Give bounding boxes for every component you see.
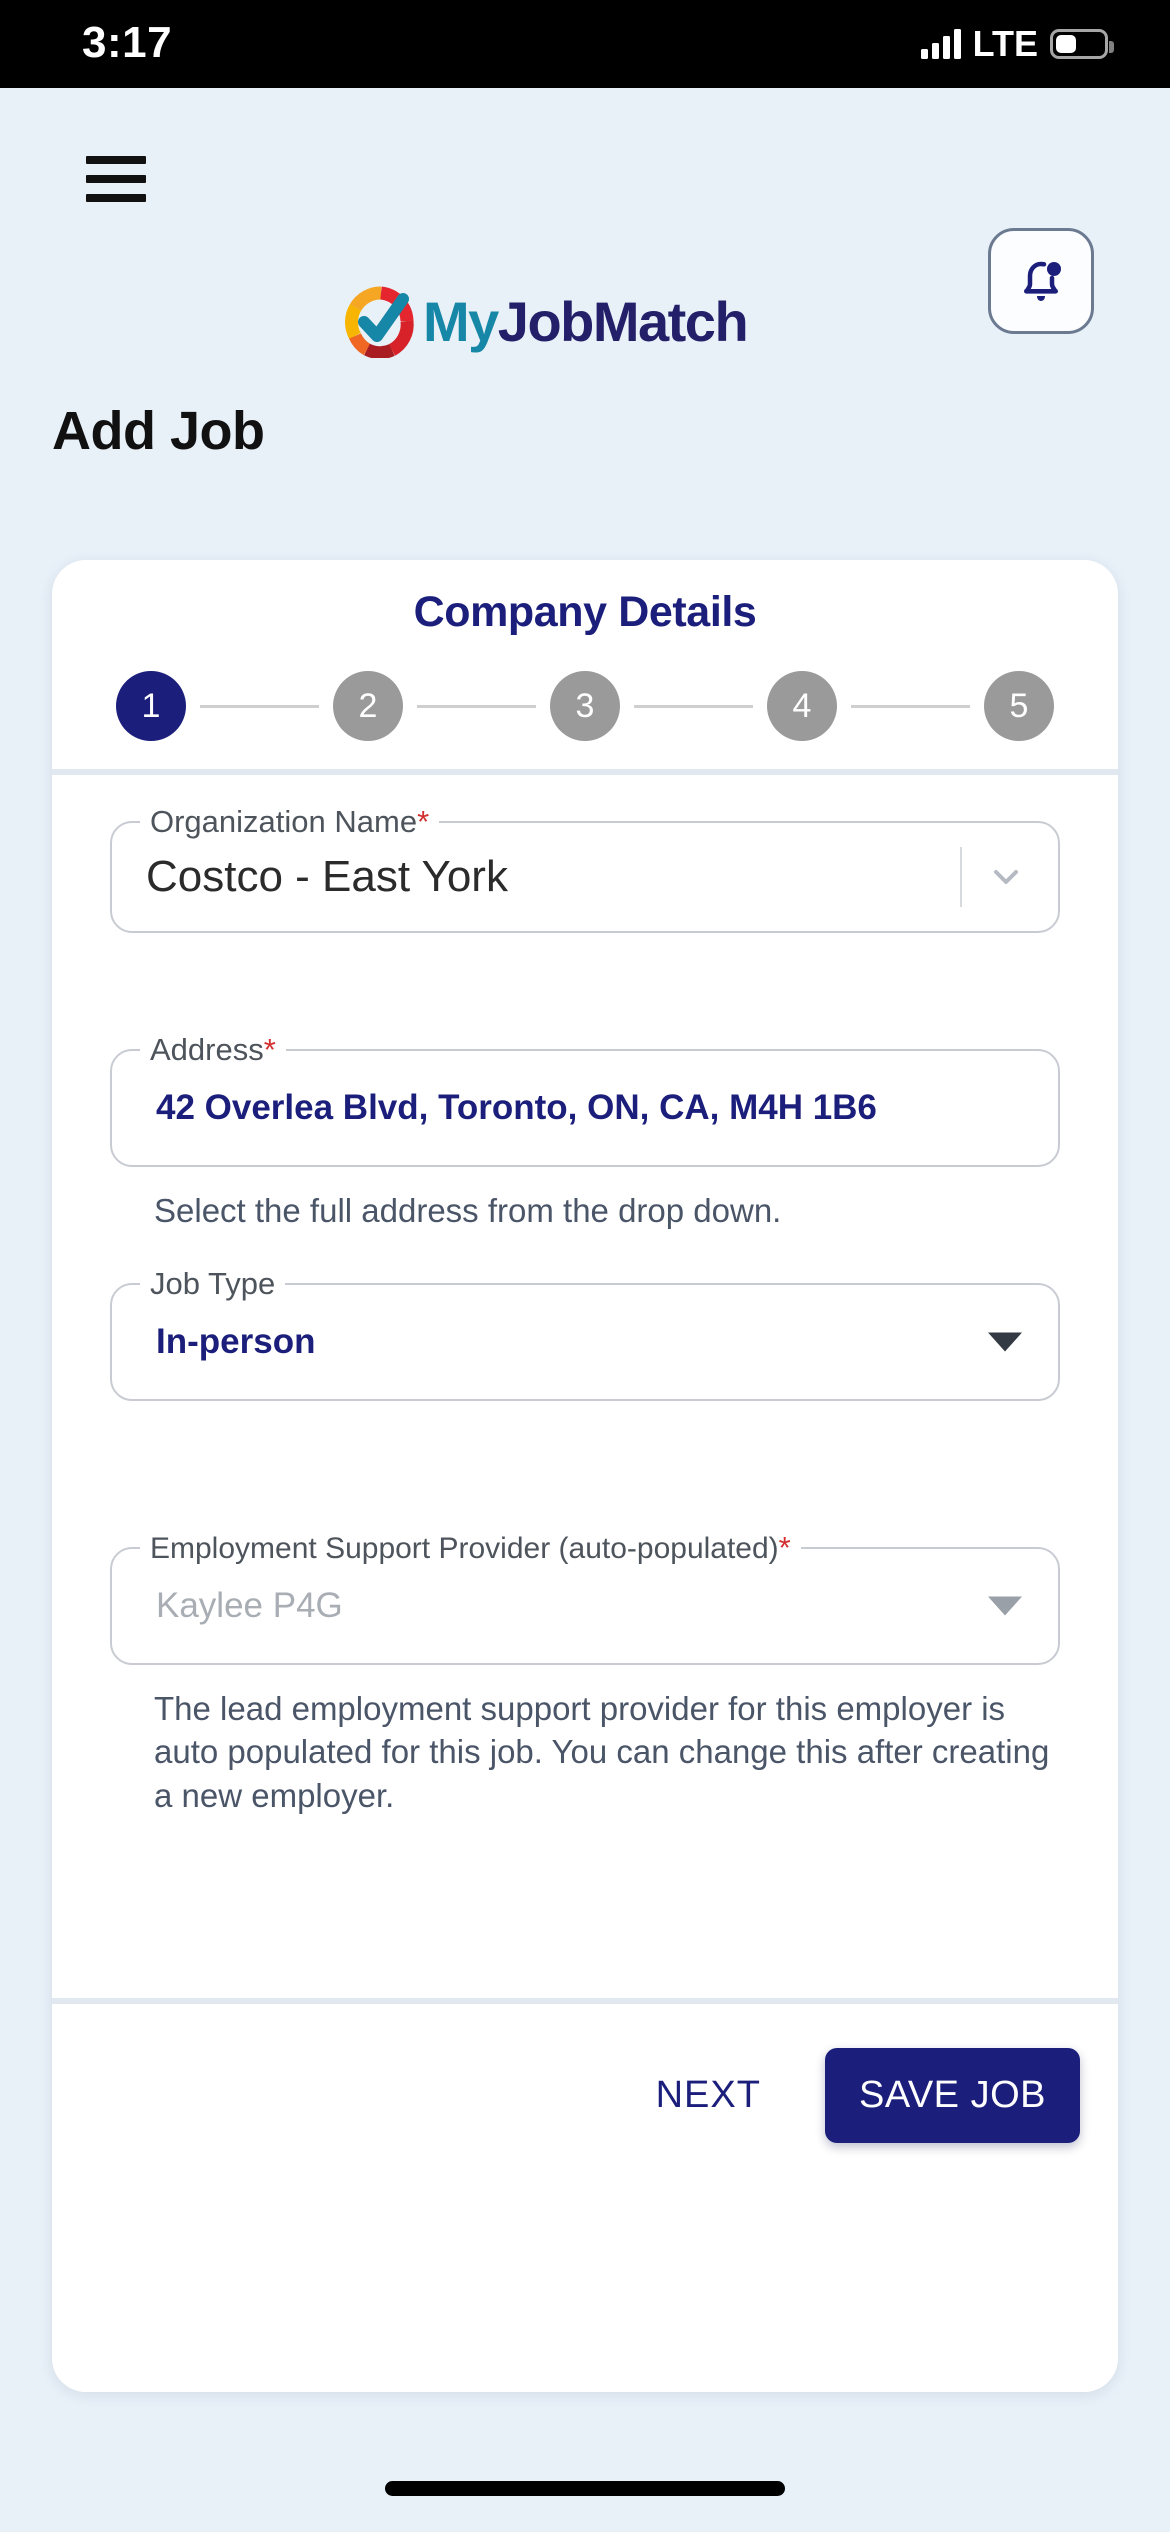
stepper-connector	[417, 704, 536, 708]
notifications-button[interactable]	[988, 228, 1094, 334]
required-asterisk: *	[263, 1032, 276, 1067]
form-body: Organization Name* Costco - East York Ad…	[52, 775, 1118, 2155]
hamburger-menu-icon[interactable]	[86, 156, 146, 202]
app-logo[interactable]: MyJobMatch	[345, 286, 749, 360]
address-label-text: Address	[150, 1032, 264, 1067]
stepper-step-2[interactable]: 2	[333, 671, 403, 741]
job-type-label: Job Type	[140, 1265, 286, 1302]
job-type-field: Job Type In-person	[110, 1265, 1060, 1401]
organization-name-value: Costco - East York	[146, 852, 508, 901]
app-logo-text: MyJobMatch	[423, 294, 749, 350]
chevron-down-icon[interactable]	[986, 857, 1026, 897]
wizard-stepper: 1 2 3 4 5	[52, 671, 1118, 741]
card-footer: NEXT SAVE JOB	[52, 1998, 1118, 2392]
stepper-step-4[interactable]: 4	[767, 671, 837, 741]
stepper-connector	[634, 704, 753, 708]
logo-text-my: My	[423, 290, 499, 353]
support-provider-helper-text: The lead employment support provider for…	[154, 1689, 1050, 1814]
checkmark-circle-logo-icon	[345, 286, 417, 360]
stepper-connector	[851, 704, 970, 708]
required-asterisk: *	[778, 1529, 791, 1565]
signal-bars-icon	[920, 29, 961, 59]
required-asterisk: *	[417, 804, 430, 839]
phone-screen: 3:17 LTE MyJobMatch Add Job Company Deta…	[0, 0, 1170, 2532]
address-label: Address*	[140, 1032, 286, 1068]
footer-actions: NEXT SAVE JOB	[52, 2048, 1118, 2143]
next-button[interactable]: NEXT	[634, 2058, 783, 2133]
page-title: Add Job	[52, 401, 265, 461]
job-type-value: In-person	[156, 1321, 316, 1361]
support-provider-label: Employment Support Provider (auto-popula…	[140, 1529, 801, 1566]
stepper-step-5[interactable]: 5	[984, 671, 1054, 741]
stepper-step-3[interactable]: 3	[550, 671, 620, 741]
address-helper-text: Select the full address from the drop do…	[154, 1192, 782, 1229]
field-divider	[960, 847, 962, 907]
caret-down-icon[interactable]	[988, 1596, 1022, 1616]
network-type-label: LTE	[972, 23, 1038, 64]
card-title: Company Details	[413, 588, 757, 636]
status-bar: 3:17 LTE	[0, 0, 1170, 88]
support-provider-label-text: Employment Support Provider (auto-popula…	[150, 1531, 779, 1565]
organization-name-label: Organization Name*	[140, 804, 440, 840]
address-field: Address* 42 Overlea Blvd, Toronto, ON, C…	[110, 1032, 1060, 1167]
card-header: Company Details 1 2 3 4 5	[52, 560, 1118, 775]
save-job-button[interactable]: SAVE JOB	[824, 2048, 1080, 2143]
stepper-connector	[200, 704, 319, 708]
battery-icon	[1050, 29, 1114, 59]
company-details-card: Company Details 1 2 3 4 5 Organization N…	[52, 560, 1118, 2392]
stepper-step-1[interactable]: 1	[116, 671, 186, 741]
organization-name-label-text: Organization Name	[150, 804, 418, 839]
address-value: 42 Overlea Blvd, Toronto, ON, CA, M4H 1B…	[156, 1088, 877, 1127]
app-header: MyJobMatch	[0, 88, 1170, 360]
home-indicator	[385, 2481, 785, 2496]
status-time: 3:17	[82, 18, 173, 67]
logo-text-jobmatch: JobMatch	[497, 290, 749, 353]
bell-notification-icon	[1024, 261, 1061, 301]
organization-name-field: Organization Name* Costco - East York	[110, 804, 1060, 933]
support-provider-field: Employment Support Provider (auto-popula…	[110, 1529, 1060, 1665]
caret-down-icon[interactable]	[988, 1332, 1022, 1352]
status-indicators: LTE	[920, 23, 1114, 64]
support-provider-value: Kaylee P4G	[156, 1585, 343, 1625]
